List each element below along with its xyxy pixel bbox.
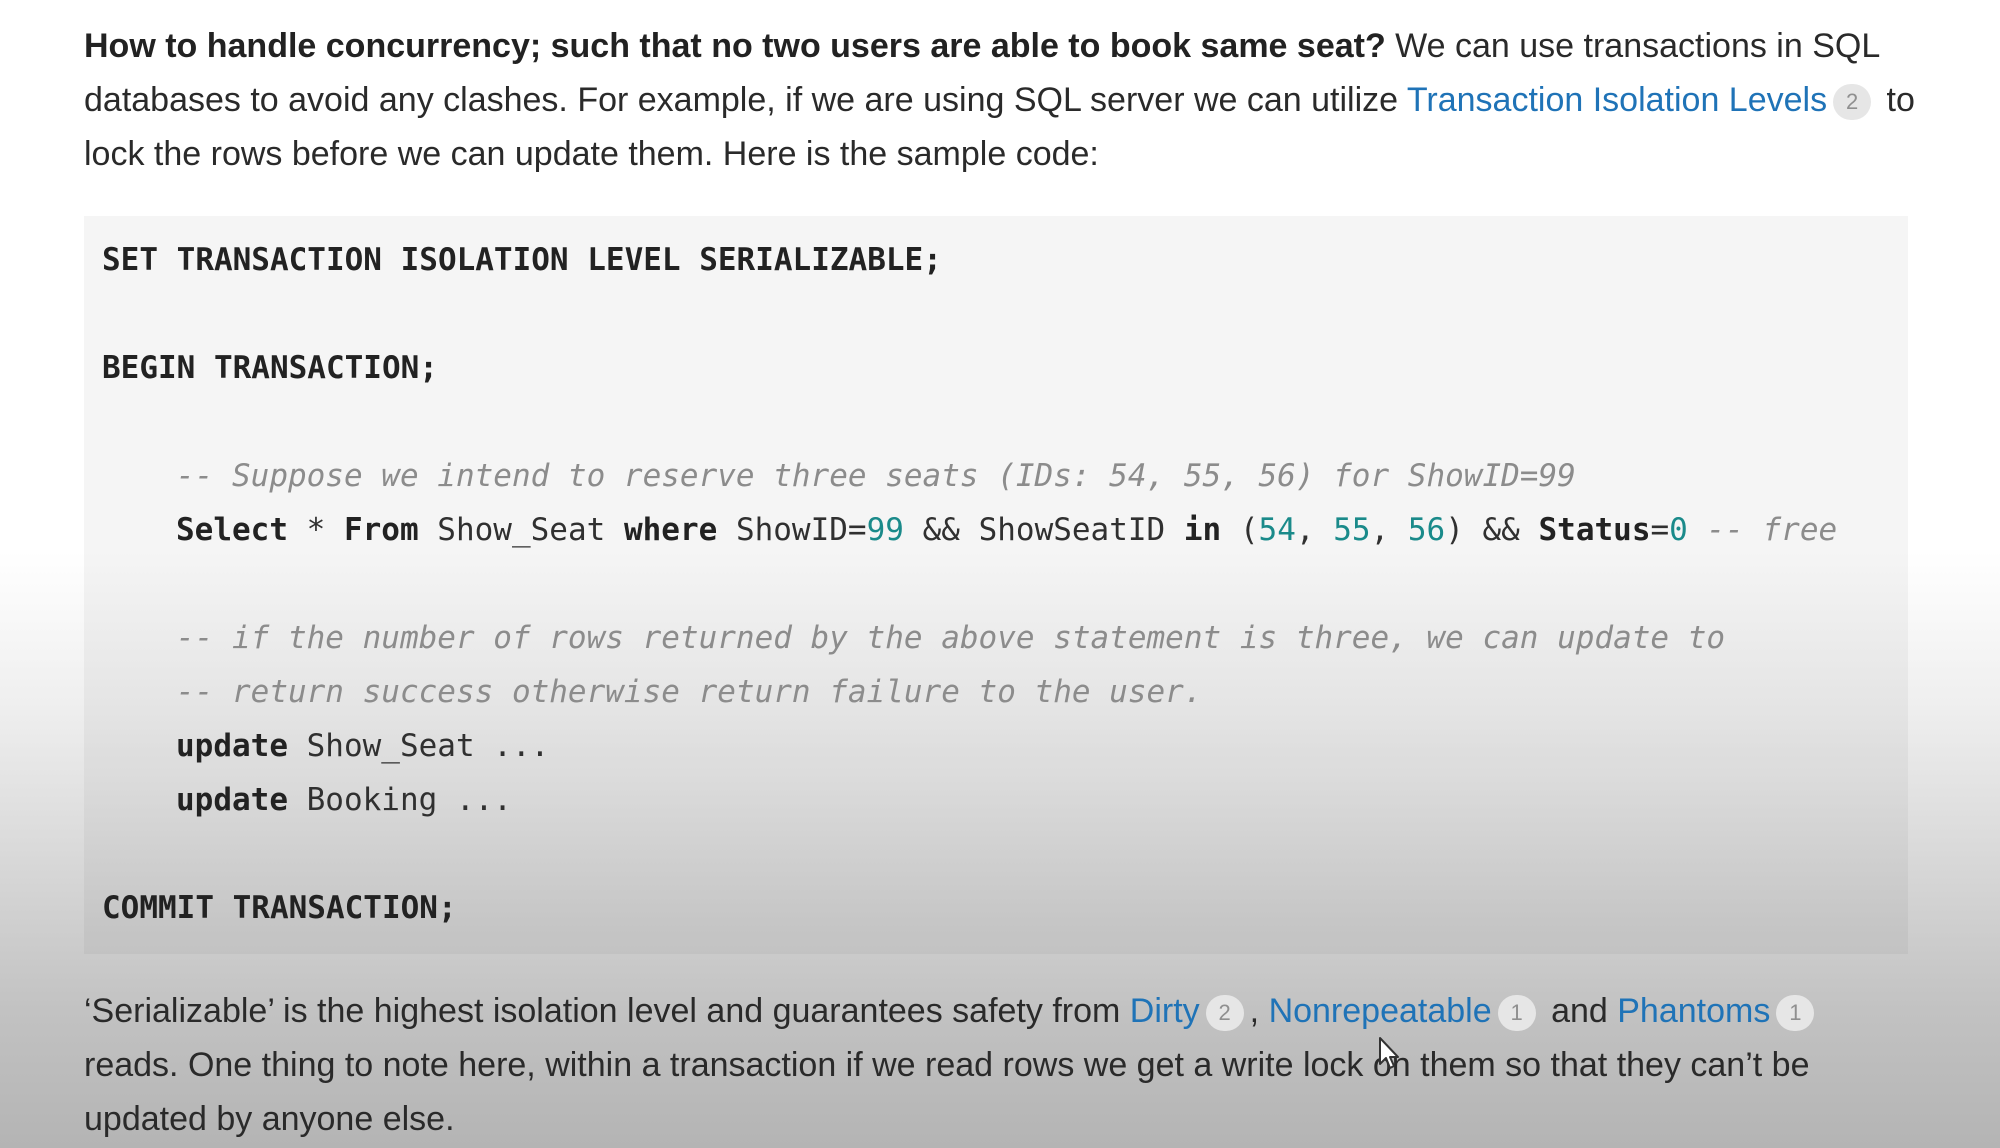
phantoms-count-badge: 1 xyxy=(1776,995,1815,1031)
intro-paragraph: How to handle concurrency; such that no … xyxy=(84,19,1924,181)
code-line-commit: COMMIT TRANSACTION; xyxy=(102,890,457,926)
serializable-text-end: reads. One thing to note here, within a … xyxy=(84,1046,1810,1138)
code-token: , xyxy=(1370,512,1408,548)
link-count-badge: 2 xyxy=(1833,84,1872,120)
dirty-count-badge: 2 xyxy=(1205,995,1244,1031)
kw-where: where xyxy=(623,512,718,548)
code-token: ShowID= xyxy=(717,512,867,548)
code-line-update-booking: update Booking ... xyxy=(176,778,512,822)
kw-in: in xyxy=(1183,512,1222,548)
code-line-select: Select * From Show_Seat where ShowID=99 … xyxy=(176,508,1837,552)
isolation-levels-link[interactable]: Transaction Isolation Levels xyxy=(1407,81,1827,119)
num-56: 56 xyxy=(1407,512,1446,548)
kw-select: Select xyxy=(176,512,288,548)
serializable-paragraph: ‘Serializable’ is the highest isolation … xyxy=(84,984,1924,1146)
code-comment-if-number: -- if the number of rows returned by the… xyxy=(176,620,1726,656)
kw-status: Status xyxy=(1538,512,1651,548)
code-line-begin: BEGIN TRANSACTION; xyxy=(102,350,438,386)
code-token: * xyxy=(287,512,344,548)
code-token: ( xyxy=(1221,512,1259,548)
serializable-text: ‘Serializable’ is the highest isolation … xyxy=(84,992,1130,1030)
code-token: = xyxy=(1650,512,1670,548)
mouse-pointer-icon xyxy=(1379,1037,1399,1069)
code-token: , xyxy=(1295,512,1334,548)
num-54: 54 xyxy=(1258,512,1296,548)
num-0: 0 xyxy=(1669,512,1688,548)
and-text: and xyxy=(1541,992,1618,1030)
num-55: 55 xyxy=(1333,512,1371,548)
kw-update: update xyxy=(176,728,288,764)
code-comment-return: -- return success otherwise return failu… xyxy=(176,674,1203,710)
dirty-link[interactable]: Dirty xyxy=(1130,992,1200,1030)
code-line-update-show-seat: update Show_Seat ... xyxy=(176,724,549,768)
phantoms-link[interactable]: Phantoms xyxy=(1617,992,1770,1030)
kw-update: update xyxy=(176,782,288,818)
question-heading: How to handle concurrency; such that no … xyxy=(84,27,1386,65)
code-token: Show_Seat xyxy=(418,512,624,548)
code-comment-free: -- free xyxy=(1687,512,1838,548)
kw-from: From xyxy=(343,512,419,548)
code-block: SET TRANSACTION ISOLATION LEVEL SERIALIZ… xyxy=(84,216,1908,954)
comma-text: , xyxy=(1249,992,1269,1030)
code-comment-suppose: -- Suppose we intend to reserve three se… xyxy=(176,458,1576,494)
code-line-set-isolation: SET TRANSACTION ISOLATION LEVEL SERIALIZ… xyxy=(102,242,942,278)
nonrepeatable-count-badge: 1 xyxy=(1497,995,1536,1031)
code-token: ) && xyxy=(1445,512,1539,548)
nonrepeatable-link[interactable]: Nonrepeatable xyxy=(1269,992,1492,1030)
code-token: Show_Seat ... xyxy=(287,728,550,764)
code-token: && ShowSeatID xyxy=(903,512,1184,548)
code-token: Booking ... xyxy=(287,782,512,818)
num-99: 99 xyxy=(866,512,904,548)
